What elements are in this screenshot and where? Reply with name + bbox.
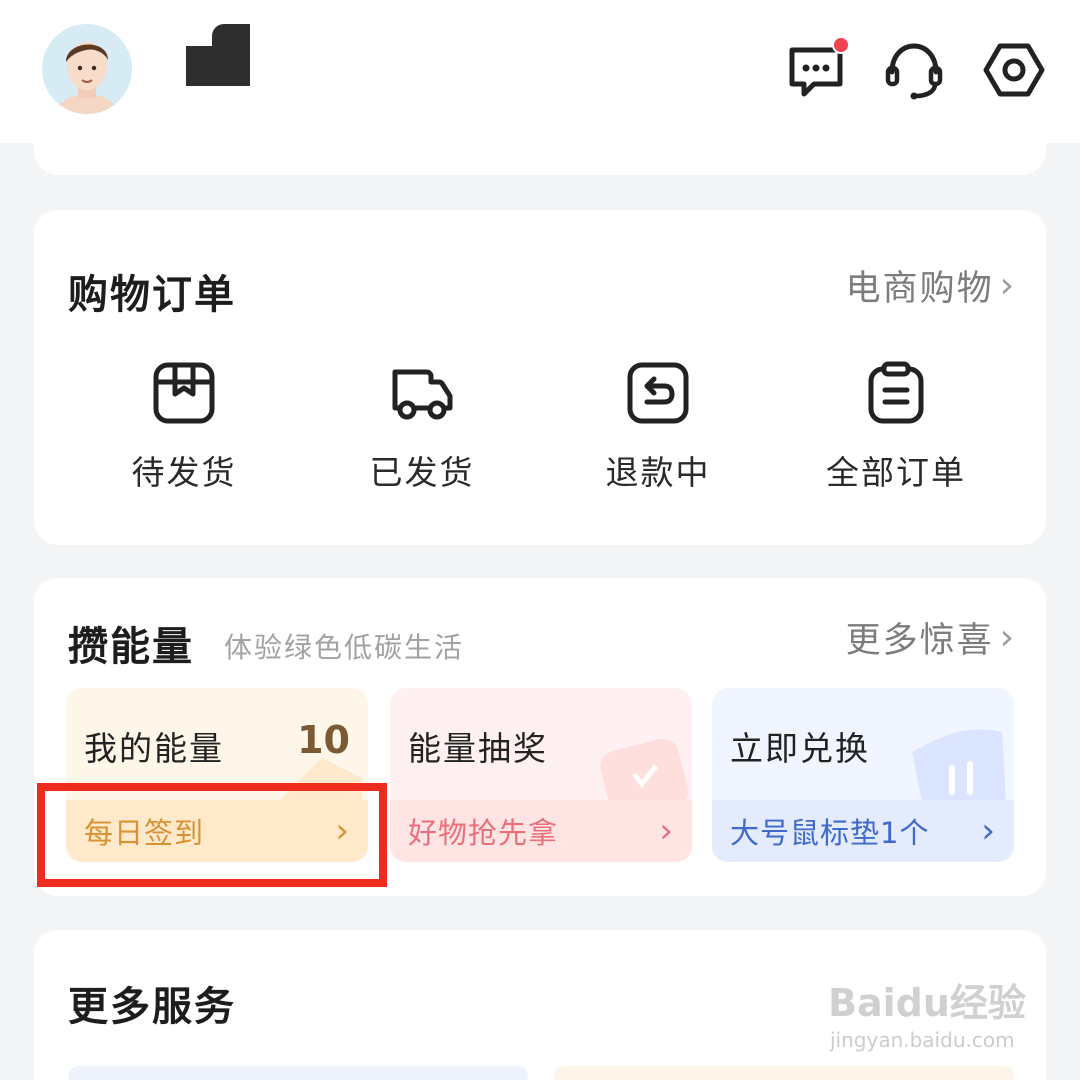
package-icon [153, 362, 215, 424]
previous-card-edge [34, 120, 1046, 175]
watermark-brand: Baidu经验 [828, 981, 1026, 1025]
clipboard-icon [868, 361, 924, 424]
avatar[interactable] [42, 24, 132, 114]
order-pending-shipment[interactable]: 待发货 [84, 360, 284, 494]
watermark-url: jingyan.baidu.com [830, 1028, 1015, 1052]
settings-icon[interactable] [982, 38, 1046, 102]
ecommerce-link-label: 电商购物 [845, 269, 994, 309]
energy-subtitle: 体验绿色低碳生活 [224, 631, 465, 664]
customer-service-icon[interactable] [882, 38, 946, 102]
lottery-decoration-icon [600, 738, 689, 808]
more-surprises-link[interactable]: 更多惊喜 › [846, 612, 1016, 663]
more-services-title: 更多服务 [68, 984, 236, 1030]
order-refunding[interactable]: 退款中 [558, 360, 758, 494]
energy-lottery-label: 能量抽奖 [408, 729, 548, 768]
redeem-now-tile[interactable]: 立即兑换 大号鼠标垫1个 › [712, 688, 1014, 862]
highlight-annotation [37, 783, 387, 887]
order-all[interactable]: 全部订单 [796, 360, 996, 494]
redeem-now-label: 立即兑换 [730, 729, 870, 768]
chevron-right-icon: › [999, 617, 1016, 658]
my-energy-label: 我的能量 [84, 729, 224, 768]
ecommerce-link[interactable]: 电商购物 › [846, 260, 1016, 311]
baidu-watermark: Baidu经验 jingyan.baidu.com [828, 962, 1028, 1062]
chevron-right-icon: › [981, 811, 996, 851]
service-item[interactable] [554, 1066, 1014, 1080]
order-item-label: 待发货 [131, 453, 237, 492]
energy-count: 10 [297, 718, 350, 762]
grab-goods-button[interactable]: 好物抢先拿 › [390, 800, 692, 862]
order-item-label: 退款中 [605, 453, 711, 492]
order-item-label: 全部订单 [826, 453, 966, 492]
unread-badge [832, 36, 850, 54]
chevron-right-icon: › [659, 811, 674, 851]
orders-title: 购物订单 [68, 272, 236, 318]
more-surprises-label: 更多惊喜 [845, 621, 994, 661]
return-icon [627, 362, 689, 424]
grab-goods-label: 好物抢先拿 [408, 816, 559, 850]
truck-icon [392, 369, 453, 420]
energy-title: 攒能量 [68, 624, 194, 670]
username-redacted [186, 24, 250, 86]
service-item[interactable] [68, 1066, 528, 1080]
energy-lottery-tile[interactable]: 能量抽奖 好物抢先拿 › [390, 688, 692, 862]
order-item-label: 已发货 [369, 453, 475, 492]
redeem-decoration-icon [912, 729, 1006, 802]
orders-card: 购物订单 电商购物 › 待发货 已发货 退款中 全部订单 [34, 210, 1046, 545]
chevron-right-icon: › [999, 265, 1016, 306]
order-shipped[interactable]: 已发货 [322, 360, 522, 494]
mousepad-reward-label: 大号鼠标垫1个 [730, 816, 930, 850]
mousepad-reward-button[interactable]: 大号鼠标垫1个 › [712, 800, 1014, 862]
